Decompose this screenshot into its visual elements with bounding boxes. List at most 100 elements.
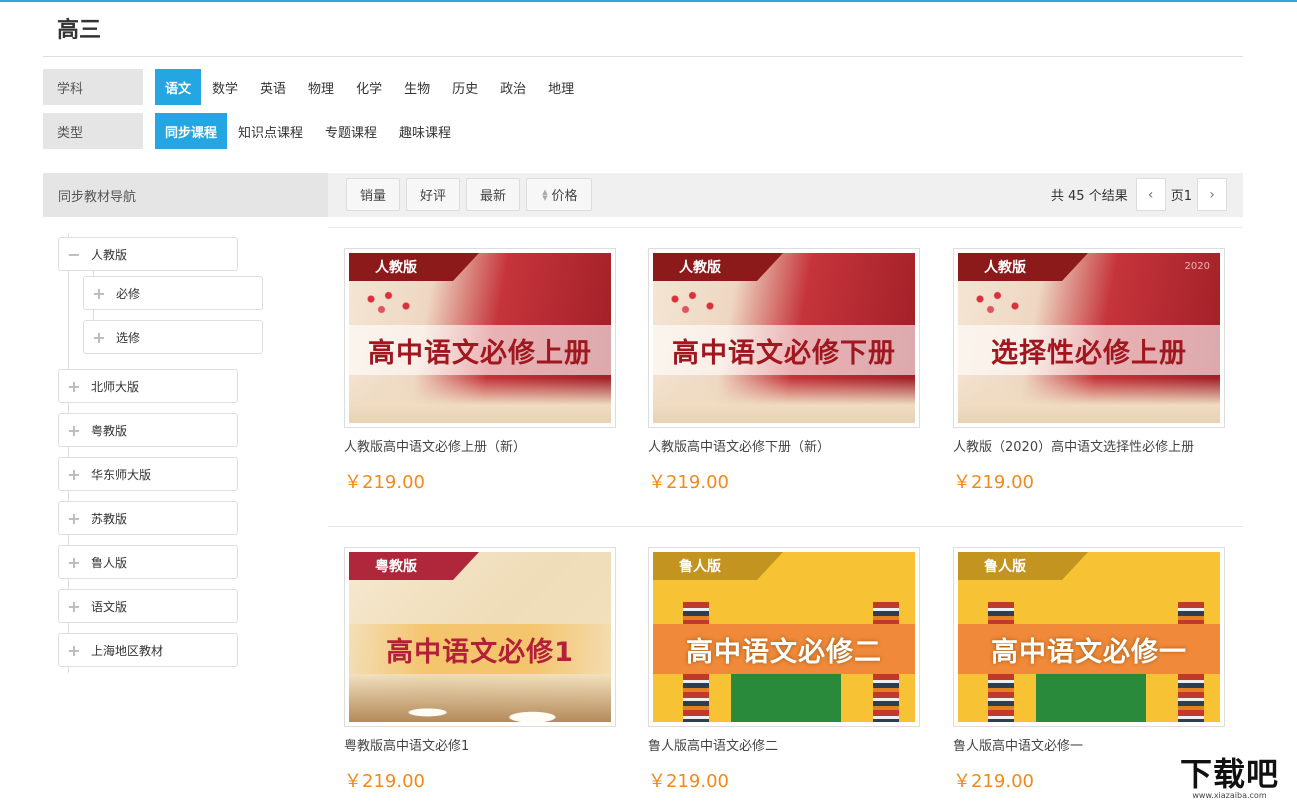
sort-sales-button[interactable]: 销量 bbox=[346, 178, 400, 211]
tree-node-label: 人教版 bbox=[91, 247, 128, 262]
tree-node[interactable]: − 人教版 bbox=[58, 237, 238, 271]
expand-icon[interactable]: + bbox=[59, 597, 89, 616]
course-cover: 鲁人版高中语文必修一 bbox=[958, 552, 1220, 722]
course-thumbnail[interactable]: 粤教版高中语文必修1 bbox=[344, 547, 616, 727]
top-accent-line bbox=[0, 0, 1297, 2]
collapse-icon[interactable]: − bbox=[59, 245, 89, 264]
course-name[interactable]: 鲁人版高中语文必修二 bbox=[648, 735, 920, 754]
tree-node[interactable]: + 上海地区教材 bbox=[58, 633, 238, 667]
plum-blossom-decoration bbox=[966, 285, 1036, 320]
course-name[interactable]: 粤教版高中语文必修1 bbox=[344, 735, 616, 754]
mountain-decoration bbox=[653, 378, 915, 423]
tree-node[interactable]: + 粤教版 bbox=[58, 413, 238, 447]
type-option[interactable]: 趣味课程 bbox=[388, 113, 462, 149]
sort-rating-button[interactable]: 好评 bbox=[406, 178, 460, 211]
course-name[interactable]: 人教版（2020）高中语文选择性必修上册 bbox=[953, 436, 1225, 455]
cover-title: 高中语文必修一 bbox=[958, 624, 1220, 674]
tree-node-label: 华东师大版 bbox=[91, 467, 152, 482]
sort-price-button[interactable]: ▲ ▼ 价格 bbox=[526, 178, 592, 211]
subject-option[interactable]: 英语 bbox=[249, 69, 297, 105]
course-price: ￥219.00 bbox=[344, 771, 425, 792]
edition-tag: 人教版 bbox=[958, 253, 1088, 281]
chevron-left-icon: ‹ bbox=[1147, 186, 1154, 203]
tree-node[interactable]: + 华东师大版 bbox=[58, 457, 238, 491]
site-watermark: 下载吧 www.xiazaiba.com bbox=[1162, 750, 1297, 806]
course-thumbnail[interactable]: 鲁人版 高中语文必修二 bbox=[648, 547, 920, 727]
course-price: ￥219.00 bbox=[648, 771, 729, 792]
tree-node[interactable]: + 北师大版 bbox=[58, 369, 238, 403]
prev-page-button[interactable]: ‹ bbox=[1135, 178, 1166, 211]
sort-newest-button[interactable]: 最新 bbox=[466, 178, 520, 211]
tree-subnode[interactable]: + 选修 bbox=[83, 320, 263, 354]
edition-tag: 粤教版 bbox=[349, 552, 479, 580]
subject-option[interactable]: 政治 bbox=[489, 69, 537, 105]
tree-node-label: 北师大版 bbox=[91, 379, 140, 394]
expand-icon[interactable]: + bbox=[59, 421, 89, 440]
subject-option[interactable]: 生物 bbox=[393, 69, 441, 105]
tree-node-label: 必修 bbox=[116, 286, 141, 301]
subject-option[interactable]: 数学 bbox=[201, 69, 249, 105]
course-cover: 粤教版高中语文必修1 bbox=[349, 552, 611, 722]
course-card: 人教版 2020 选择性必修上册 人教版（2020）高中语文选择性必修上册 ￥219.0… bbox=[953, 248, 1225, 494]
sort-arrows-icon: ▲ ▼ bbox=[542, 187, 548, 202]
plum-blossom-decoration bbox=[357, 285, 427, 320]
row-divider bbox=[328, 526, 1243, 527]
cover-title: 高中语文必修二 bbox=[653, 624, 915, 674]
subject-option[interactable]: 历史 bbox=[441, 69, 489, 105]
course-cover: 人教版 2020 选择性必修上册 bbox=[958, 253, 1220, 423]
cover-title: 高中语文必修上册 bbox=[349, 325, 611, 375]
subject-option[interactable]: 化学 bbox=[345, 69, 393, 105]
tree-node-label: 语文版 bbox=[91, 599, 128, 614]
page-title: 高三 bbox=[57, 18, 102, 43]
sort-price-label: 价格 bbox=[551, 189, 578, 204]
course-name[interactable]: 人教版高中语文必修上册（新） bbox=[344, 436, 616, 455]
tree-node[interactable]: + 鲁人版 bbox=[58, 545, 238, 579]
tree-node-label: 粤教版 bbox=[91, 423, 128, 438]
edition-tag: 人教版 bbox=[653, 253, 783, 281]
tree-node-label: 苏教版 bbox=[91, 511, 128, 526]
watermark-url: www.xiazaiba.com bbox=[1192, 790, 1267, 800]
tree-subnode[interactable]: + 必修 bbox=[83, 276, 263, 310]
subject-option[interactable]: 地理 bbox=[537, 69, 585, 105]
sort-bar: 销量 好评 最新 ▲ ▼ 价格 共 45 个结果 ‹ 页1 › bbox=[328, 173, 1243, 217]
result-count: 共 45 个结果 bbox=[1050, 189, 1128, 204]
expand-icon[interactable]: + bbox=[59, 377, 89, 396]
expand-icon[interactable]: + bbox=[59, 465, 89, 484]
next-page-button[interactable]: › bbox=[1197, 178, 1227, 211]
course-name[interactable]: 人教版高中语文必修下册（新） bbox=[648, 436, 920, 455]
course-thumbnail[interactable]: 人教版 高中语文必修下册 bbox=[648, 248, 920, 428]
type-option[interactable]: 同步课程 bbox=[155, 113, 228, 149]
course-thumbnail[interactable]: 人教版高中语文必修上册 bbox=[344, 248, 616, 428]
subject-option[interactable]: 语文 bbox=[155, 69, 202, 105]
edition-tag: 鲁人版 bbox=[958, 552, 1088, 580]
row-divider bbox=[328, 227, 1243, 228]
expand-icon[interactable]: + bbox=[59, 553, 89, 572]
edition-tag: 人教版 bbox=[349, 253, 479, 281]
course-card: 人教版 高中语文必修下册 人教版高中语文必修下册（新） ￥219.00 bbox=[648, 248, 920, 494]
course-price: ￥219.00 bbox=[344, 472, 425, 493]
subject-filter-label: 学科 bbox=[43, 69, 143, 105]
type-option[interactable]: 专题课程 bbox=[314, 113, 388, 149]
tree-node-label: 鲁人版 bbox=[91, 555, 128, 570]
tree-node[interactable]: + 语文版 bbox=[58, 589, 238, 623]
expand-icon[interactable]: + bbox=[84, 284, 114, 303]
tree-node-label: 上海地区教材 bbox=[91, 643, 164, 658]
course-card: 鲁人版 高中语文必修二 鲁人版高中语文必修二 ￥219.00 bbox=[648, 547, 920, 793]
course-cover: 人教版 高中语文必修下册 bbox=[653, 253, 915, 423]
subject-options: 语文 数学 英语 物理 化学 生物 历史 政治 地理 bbox=[155, 69, 585, 105]
flower-decoration bbox=[349, 674, 611, 722]
plum-blossom-decoration bbox=[661, 285, 731, 320]
expand-icon[interactable]: + bbox=[59, 641, 89, 660]
cover-title: 高中语文必修1 bbox=[349, 624, 611, 674]
subject-option[interactable]: 物理 bbox=[297, 69, 345, 105]
expand-icon[interactable]: + bbox=[84, 328, 114, 347]
expand-icon[interactable]: + bbox=[59, 509, 89, 528]
course-thumbnail[interactable]: 鲁人版高中语文必修一 bbox=[953, 547, 1225, 727]
type-option[interactable]: 知识点课程 bbox=[227, 113, 314, 149]
cover-year: 2020 bbox=[1184, 261, 1210, 272]
course-thumbnail[interactable]: 人教版 2020 选择性必修上册 bbox=[953, 248, 1225, 428]
course-price: ￥219.00 bbox=[953, 472, 1034, 493]
mountain-decoration bbox=[349, 378, 611, 423]
course-card: 粤教版 高中语文必修1 粤教版高中语文必修1 ￥219.00 bbox=[344, 547, 616, 793]
tree-node[interactable]: + 苏教版 bbox=[58, 501, 238, 535]
